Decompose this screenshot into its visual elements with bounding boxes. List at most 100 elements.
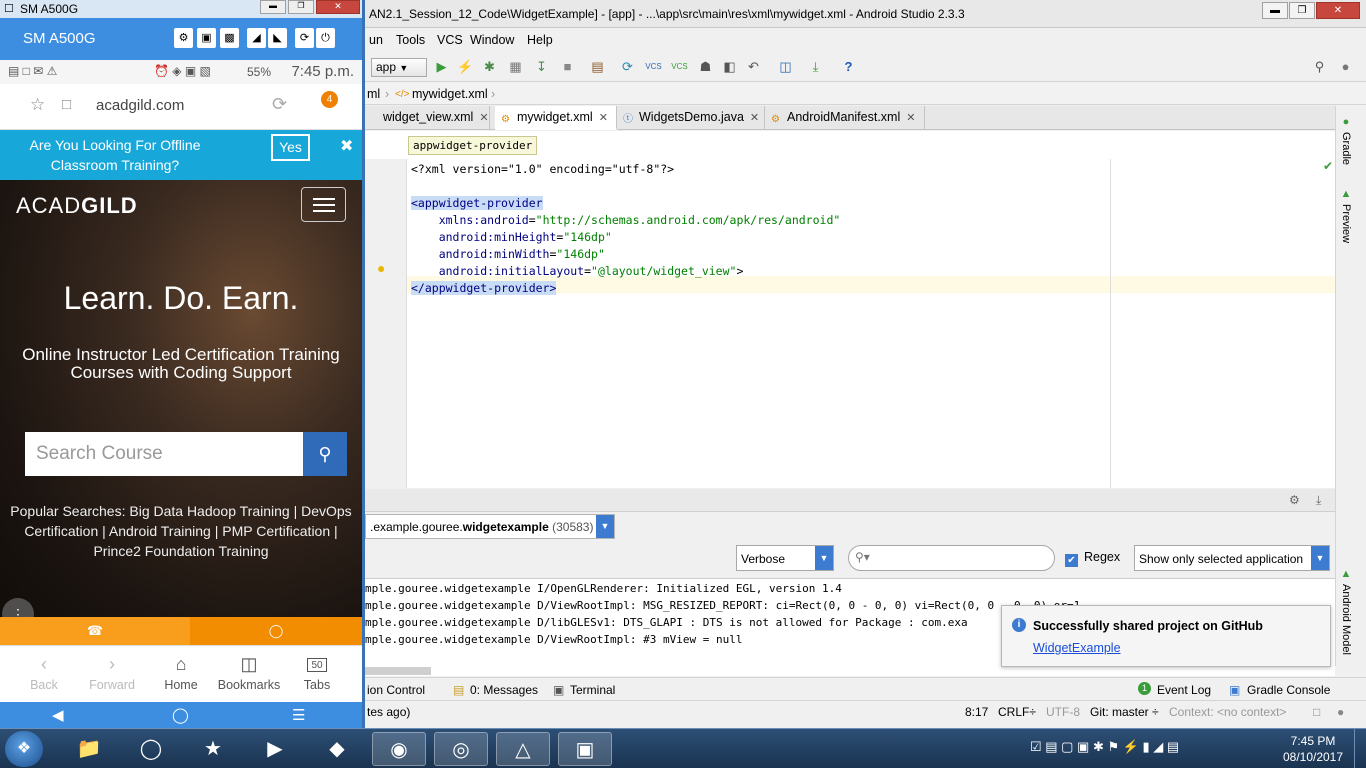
gradle-tool-button[interactable]: Gradle [1340,132,1352,165]
close-icon[interactable]: ✖ [340,136,353,156]
screen-mirror-icon[interactable]: ▣ [558,732,612,766]
git-branch[interactable]: Git: master ÷ [1090,705,1159,719]
messages-tool-button[interactable]: 0: Messages [470,683,538,697]
context-indicator[interactable]: Context: <no context> [1169,705,1286,719]
process-select[interactable]: .example.gouree.widgetexample (30583) ▼ [365,514,615,539]
inspector-icon[interactable]: ● [1337,705,1344,719]
tabs-button[interactable]: 50 Tabs [282,654,352,692]
volume-up-icon[interactable]: ◣ [268,28,287,48]
horizontal-scrollbar[interactable] [365,667,431,675]
breadcrumb-file[interactable]: mywidget.xml [412,87,488,101]
line-separator[interactable]: CRLF÷ [998,705,1036,719]
project-structure-icon[interactable]: ◫ [777,59,794,75]
hide-panel-icon[interactable]: ⤓ [1316,493,1321,508]
search-everywhere-icon[interactable]: ⚲ [1311,59,1328,75]
show-desktop-button[interactable] [1354,729,1366,768]
log-search-input[interactable]: ⚲▾ [848,545,1055,571]
paint-app-icon[interactable]: ◆ [310,732,364,766]
tray-icons[interactable]: ☑ ▤ ▢ ▣ ✱ ⚑ ⚡ ▮ ◢ ▤ [1030,739,1179,754]
refresh-icon[interactable]: ⟳ [619,59,636,75]
tab-androidmanifest-xml[interactable]: ⚙ AndroidManifest.xml ✕ [765,106,925,130]
volume-down-icon[interactable]: ◢ [247,28,266,48]
settings-icon[interactable]: ⚙ [174,28,193,48]
screenshot-icon[interactable]: ▩ [220,28,239,48]
version-control-tool-button[interactable]: ion Control [367,683,425,697]
instant-run-icon[interactable]: ⚡ [457,59,474,75]
intention-bulb-icon[interactable]: ● [377,260,385,276]
unlock-icon[interactable]: ◯ [190,617,362,645]
maximize-button[interactable]: ❐ [1289,2,1315,19]
close-tab-icon[interactable]: ✕ [599,112,608,124]
power-icon[interactable]: ⏻ [316,28,335,48]
android-model-tool-button[interactable]: Android Model [1340,584,1352,655]
close-window-button[interactable]: ✕ [316,0,360,14]
vcs-history-icon[interactable]: ☗ [697,59,714,75]
tab-mywidget-xml[interactable]: ⚙ mywidget.xml ✕ [495,106,617,130]
acadgild-logo[interactable]: ACADGILD [16,193,138,219]
record-video-icon[interactable]: ▣ [197,28,216,48]
back-button[interactable]: ‹ Back [9,654,79,692]
popular-searches[interactable]: Popular Searches: Big Data Hadoop Traini… [8,501,354,561]
breadcrumb-folder[interactable]: ml [367,87,380,101]
debug-icon[interactable]: ✱ [481,59,498,75]
minimize-button[interactable]: ▬ [260,0,286,14]
menu-run[interactable]: un [369,33,383,47]
bookmark-star-icon[interactable]: ☆ [30,95,45,115]
start-button[interactable]: ❖ [5,731,43,767]
menu-vcs[interactable]: VCS [437,33,463,47]
close-tab-icon[interactable]: ✕ [906,112,915,124]
tab-count-badge[interactable]: 4 [321,91,338,108]
recents-icon[interactable]: ☰ [292,706,305,724]
menu-help[interactable]: Help [527,33,553,47]
android-studio-icon[interactable]: △ [496,732,550,766]
log-level-select[interactable]: Verbose ▼ [736,545,834,571]
bookmarks-button[interactable]: ◫ Bookmarks [214,654,284,692]
tab-widgetsdemo-java[interactable]: ⓣ WidgetsDemo.java ✕ [617,106,765,130]
maximize-button[interactable]: ❐ [288,0,314,14]
terminal-tool-button[interactable]: Terminal [570,683,615,697]
reload-icon[interactable]: ⟳ [272,94,287,115]
url-text[interactable]: acadgild.com [96,97,184,114]
vcs-commit-icon[interactable]: VCS [671,59,688,75]
vcs-update-icon[interactable]: VCS [645,59,662,75]
event-log-tool-button[interactable]: Event Log [1157,683,1211,697]
banner-yes-button[interactable]: Yes [271,134,310,161]
regex-checkbox[interactable]: ✔ Regex [1065,550,1120,567]
firefox-icon[interactable]: ◉ [372,732,426,766]
sdk-manager-icon[interactable]: ⤓ [807,59,824,75]
revert-icon[interactable]: ↶ [745,59,762,75]
media-player-icon[interactable]: ▶ [248,732,302,766]
run-config-select[interactable]: app ▼ [371,58,427,77]
home-button[interactable]: ⌂ Home [146,654,216,692]
explorer-icon[interactable]: 📁 [62,732,116,766]
taskbar-clock[interactable]: 7:45 PM 08/10/2017 [1282,733,1344,765]
gear-icon[interactable]: ⚙ [1289,493,1300,507]
hamburger-menu-icon[interactable] [301,187,346,222]
menu-window[interactable]: Window [470,33,514,47]
user-icon[interactable]: ● [1337,59,1354,75]
run-icon[interactable]: ▶ [433,59,450,75]
caret-position[interactable]: 8:17 [965,705,988,719]
code-editor[interactable]: ● appwidget-provider ✔ <?xml version="1.… [365,131,1335,488]
internet-explorer-icon[interactable]: ◯ [124,732,178,766]
preview-tool-button[interactable]: Preview [1340,204,1352,243]
course-search-input[interactable]: Search Course [25,432,303,476]
menu-tools[interactable]: Tools [396,33,425,47]
lock-icon[interactable]: □ [1313,705,1320,719]
close-window-button[interactable]: ✕ [1316,2,1360,19]
back-triangle-icon[interactable]: ◀ [52,706,64,724]
search-button[interactable]: ⚲ [303,432,347,476]
gradle-console-tool-button[interactable]: Gradle Console [1247,683,1330,697]
help-icon[interactable]: ? [840,59,857,75]
file-encoding[interactable]: UTF-8 [1046,705,1080,719]
close-tab-icon[interactable]: ✕ [750,112,759,124]
notification-link[interactable]: WidgetExample [1033,641,1121,655]
rotate-icon[interactable]: ⟳ [295,28,314,48]
sync-gradle-icon[interactable]: ▤ [589,59,606,75]
star-app-icon[interactable]: ★ [186,732,240,766]
forward-button[interactable]: › Forward [77,654,147,692]
stop-icon[interactable]: ■ [559,59,576,75]
profile-icon[interactable]: ▦ [507,59,524,75]
vcs-compare-icon[interactable]: ◧ [721,59,738,75]
logcat-filter-select[interactable]: Show only selected application ▼ [1134,545,1330,571]
